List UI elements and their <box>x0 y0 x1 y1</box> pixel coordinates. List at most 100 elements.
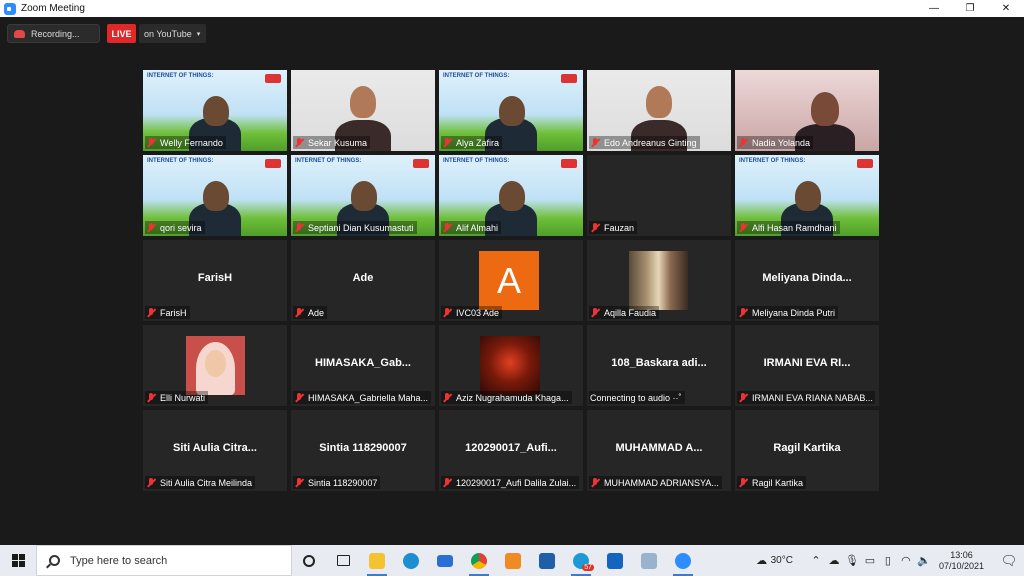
participant-tile[interactable]: Ragil Kartika Ragil Kartika <box>735 410 879 491</box>
restore-button[interactable]: ❐ <box>952 0 988 17</box>
participant-tile[interactable]: Nadia Yolanda <box>735 70 879 151</box>
participant-label: Septiani Dian Kusumastuti <box>293 221 417 234</box>
edge-button[interactable] <box>394 545 428 576</box>
power-icon[interactable]: ▯ <box>879 554 897 567</box>
snip-icon <box>641 552 657 569</box>
participant-tile[interactable]: INTERNET OF THINGS: Alya Zafira <box>439 70 583 151</box>
muted-mic-icon <box>738 477 748 488</box>
close-button[interactable]: ✕ <box>988 0 1024 17</box>
youtube-stream-dropdown[interactable]: on YouTube ▾ <box>139 24 206 43</box>
network-icon[interactable]: ▭ <box>861 554 879 567</box>
participant-name: Ragil Kartika <box>752 477 804 488</box>
start-button[interactable] <box>0 545 36 576</box>
temperature[interactable]: 30°C <box>771 555 793 566</box>
muted-mic-icon <box>146 392 156 403</box>
task-view-button[interactable] <box>326 545 360 576</box>
notification-badge: 57 <box>582 564 594 571</box>
participant-label: Sintia 118290007 <box>293 476 381 489</box>
recording-indicator[interactable]: Recording... <box>7 24 100 43</box>
display-name: FarisH <box>197 272 233 284</box>
participant-label: Meliyana Dinda Putri <box>737 306 839 319</box>
avatar: A <box>479 251 539 310</box>
participant-tile[interactable]: Aqilla Faudia <box>587 240 731 321</box>
clock[interactable]: 13:06 07/10/2021 <box>939 550 984 572</box>
participant-label: IRMANI EVA RIANA NABAB... <box>737 391 875 404</box>
chrome-icon <box>471 552 487 569</box>
participant-tile[interactable]: INTERNET OF THINGS: Welly Fernando <box>143 70 287 151</box>
participant-tile[interactable]: 120290017_Aufi... 120290017_Aufi Dalila Z… <box>439 410 583 491</box>
participant-tile[interactable]: INTERNET OF THINGS: qori sevira <box>143 155 287 236</box>
participant-tile[interactable]: FarisH FarisH <box>143 240 287 321</box>
participant-head <box>203 96 229 126</box>
cortana-button[interactable] <box>292 545 326 576</box>
photos-button[interactable] <box>530 545 564 576</box>
profile-photo <box>480 336 540 395</box>
banner-logo <box>265 159 281 168</box>
participant-head <box>499 181 525 211</box>
muted-mic-icon <box>442 392 452 403</box>
participant-tile[interactable]: Ade Ade <box>291 240 435 321</box>
chevron-up-icon[interactable]: ⌃ <box>807 554 825 567</box>
participant-tile[interactable]: IRMANI EVA RI... IRMANI EVA RIANA NABAB..… <box>735 325 879 406</box>
participant-name: Ade <box>308 307 325 318</box>
participant-label: Aqilla Faudia <box>589 306 660 319</box>
chrome-button[interactable] <box>462 545 496 576</box>
participant-label: Alif Almahi <box>441 221 502 234</box>
participant-label: Fauzan <box>589 221 638 234</box>
participant-label: qori sevira <box>145 221 205 234</box>
participant-name: 120290017_Aufi Dalila Zulai... <box>456 477 577 488</box>
participant-tile[interactable]: A IVC03 Ade <box>439 240 583 321</box>
display-name: Siti Aulia Citra... <box>173 442 257 454</box>
participant-name: Sintia 118290007 <box>308 477 378 488</box>
file-explorer-button[interactable] <box>360 545 394 576</box>
banner-logo <box>561 159 577 168</box>
taskbar-search[interactable]: Type here to search <box>36 545 292 576</box>
participant-name: Aziz Nugrahamuda Khaga... <box>456 392 569 403</box>
chat-icon: 🗨 <box>1000 552 1018 568</box>
notification-center-button[interactable]: 🗨 <box>994 545 1024 576</box>
participant-name: MUHAMMAD ADRIANSYA... <box>604 477 719 488</box>
participant-tile[interactable]: Fauzan <box>587 155 731 236</box>
participant-head <box>350 86 376 118</box>
participant-name: FarisH <box>160 307 187 318</box>
display-name: Ade <box>352 272 374 284</box>
muted-mic-icon <box>738 307 748 318</box>
participant-tile[interactable]: INTERNET OF THINGS: Alif Almahi <box>439 155 583 236</box>
participant-tile[interactable]: Siti Aulia Citra... Siti Aulia Citra Meil… <box>143 410 287 491</box>
participant-label: Elli Nurwati <box>145 391 209 404</box>
display-name: Meliyana Dinda... <box>762 272 852 284</box>
snip-tool-button[interactable] <box>632 545 666 576</box>
participant-tile[interactable]: Sekar Kusuma <box>291 70 435 151</box>
participant-tile[interactable]: 108_Baskara adi... Connecting to audio ··… <box>587 325 731 406</box>
participant-head <box>795 181 821 211</box>
participant-label: Alfi Hasan Ramdhani <box>737 221 840 234</box>
cloud-icon[interactable]: ☁ <box>825 554 843 567</box>
participant-tile[interactable]: HIMASAKA_Gab... HIMASAKA_Gabriella Maha..… <box>291 325 435 406</box>
volume-icon[interactable]: 🔈 <box>915 554 933 567</box>
messenger-button[interactable]: 57 <box>564 545 598 576</box>
participant-tile[interactable]: Sintia 118290007 Sintia 118290007 <box>291 410 435 491</box>
participant-tile[interactable]: Elli Nurwati <box>143 325 287 406</box>
participant-tile[interactable]: Meliyana Dinda... Meliyana Dinda Putri <box>735 240 879 321</box>
live-badge[interactable]: LIVE <box>107 24 136 43</box>
zoom-taskbar-button[interactable] <box>666 545 700 576</box>
wifi-icon[interactable]: ◠ <box>897 554 915 567</box>
participant-tile[interactable]: INTERNET OF THINGS: Alfi Hasan Ramdhani <box>735 155 879 236</box>
participant-tile[interactable]: Edo Andreanus Ginting <box>587 70 731 151</box>
photo-editor-button[interactable] <box>496 545 530 576</box>
play-icon <box>607 552 623 569</box>
taskbar: Type here to search 57 ☁ 30°C ⌃ ☁ 🎙 ▭ ▯ … <box>0 545 1024 576</box>
minimize-button[interactable]: — <box>916 0 952 17</box>
participant-tile[interactable]: INTERNET OF THINGS: Septiani Dian Kusumas… <box>291 155 435 236</box>
mail-icon <box>437 554 453 567</box>
participant-label: Ragil Kartika <box>737 476 807 489</box>
participant-tile[interactable]: Aziz Nugrahamuda Khaga... <box>439 325 583 406</box>
microphone-icon[interactable]: 🎙 <box>843 554 861 567</box>
muted-mic-icon <box>590 137 600 148</box>
recording-label: Recording... <box>31 28 80 39</box>
mail-button[interactable] <box>428 545 462 576</box>
participant-tile[interactable]: MUHAMMAD A... MUHAMMAD ADRIANSYA... <box>587 410 731 491</box>
muted-mic-icon <box>738 392 748 403</box>
display-name: 120290017_Aufi... <box>465 442 557 454</box>
media-player-button[interactable] <box>598 545 632 576</box>
